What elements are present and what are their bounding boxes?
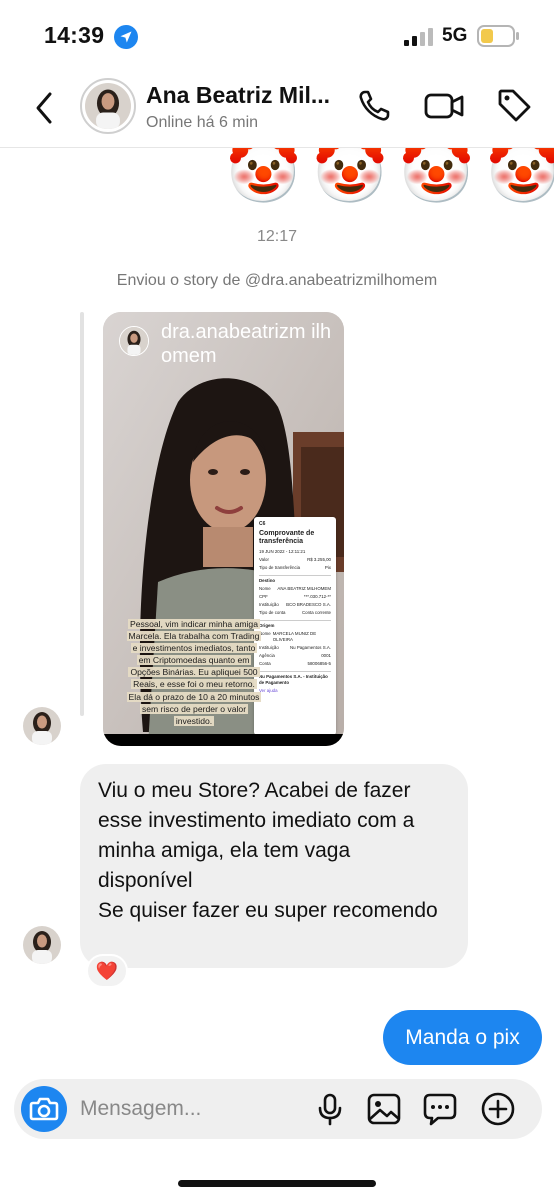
receipt-row: Agência 0001	[259, 653, 331, 658]
story-reply-line	[80, 312, 84, 716]
sender-avatar[interactable]	[23, 707, 61, 745]
camera-icon	[29, 1097, 59, 1121]
network-label: 5G	[442, 25, 468, 46]
incoming-message[interactable]: Viu o meu Store? Acabei de fazer esse in…	[80, 764, 468, 968]
battery-icon	[477, 25, 519, 47]
plus-circle-icon[interactable]	[480, 1091, 516, 1127]
camera-button[interactable]	[21, 1086, 67, 1132]
chat-header: Ana Beatriz Mil... Online há 6 min	[0, 72, 554, 148]
status-time: 14:39	[44, 22, 105, 48]
story-username: dra.anabeatrizm ilhomem	[161, 321, 332, 367]
receipt-title: Comprovante de transferência	[259, 530, 315, 545]
incoming-message-line: Se quiser fazer eu super recomendo	[98, 899, 438, 922]
receipt-row: CPF ***.030.712-**	[259, 594, 331, 599]
story-card[interactable]: dra.anabeatrizm ilhomem C6 Comprovante d…	[103, 312, 344, 746]
receipt-section-origem: Origem	[259, 620, 331, 629]
story-bottom-bar	[103, 734, 344, 746]
receipt-help-link: Ver ajuda	[259, 688, 278, 693]
receipt-date: 19 JUN 2022 - 12:11:21	[259, 549, 306, 554]
contact-status: Online há 6 min	[146, 114, 259, 131]
receipt-row: Conta 58006856-5	[259, 661, 331, 666]
image-icon[interactable]	[366, 1091, 402, 1127]
message-input[interactable]	[80, 1089, 300, 1129]
story-receipt: C6 Comprovante de transferência 19 JUN 2…	[254, 517, 336, 735]
receipt-row: Tipo de conta Conta corrente	[259, 610, 331, 615]
receipt-row: Valor R$ 3.255,00	[259, 557, 331, 562]
story-overlay-text: Pessoal, vim indicar minha amiga Marcela…	[126, 619, 262, 726]
message-composer	[14, 1079, 542, 1139]
receipt-logo: C6	[259, 521, 266, 527]
message-list[interactable]: 🤡🤡🤡🤡 12:17 Enviou o story de @dra.anabea…	[0, 148, 554, 1078]
story-caption: Enviou o story de @dra.anabeatrizmilhome…	[116, 272, 438, 289]
time-divider: 12:17	[256, 228, 298, 245]
receipt-section-destino: Destino	[259, 575, 331, 584]
chat-bubble-icon[interactable]	[422, 1091, 458, 1127]
heart-reaction-badge[interactable]: ❤️	[86, 954, 128, 988]
back-chevron-icon[interactable]	[30, 88, 60, 128]
contact-avatar[interactable]	[80, 78, 136, 134]
status-bar: 14:39 5G	[0, 0, 554, 72]
phone-icon[interactable]	[356, 88, 392, 124]
home-indicator[interactable]	[178, 1180, 376, 1187]
microphone-icon[interactable]	[312, 1091, 348, 1127]
sender-avatar[interactable]	[23, 926, 61, 964]
story-user-avatar	[119, 326, 149, 356]
receipt-row: Nome MARCELA MUNIZ DE OLIVEIRA	[259, 631, 317, 642]
location-arrow-icon	[114, 25, 138, 49]
incoming-message-line: Viu o meu Store? Acabei de fazer esse in…	[98, 779, 415, 892]
emoji-reactions: 🤡🤡🤡🤡	[226, 148, 554, 206]
tag-icon[interactable]	[496, 86, 532, 124]
contact-name[interactable]: Ana Beatriz Mil...	[146, 82, 330, 109]
receipt-footer: Nu Pagamentos S.A. - Instituição de Paga…	[259, 671, 331, 686]
receipt-row: Instituição Nu Pagamentos S.A.	[259, 645, 331, 650]
video-camera-icon[interactable]	[424, 88, 464, 124]
receipt-row: Tipo de transferência Pix	[259, 565, 331, 570]
receipt-row: Nome ANA BEATRIZ MILHOMEM	[259, 586, 331, 591]
receipt-row: Instituição BCO BRADESCO S.A.	[259, 602, 331, 607]
outgoing-message[interactable]: Manda o pix	[383, 1010, 542, 1065]
signal-bars-icon	[404, 28, 433, 46]
